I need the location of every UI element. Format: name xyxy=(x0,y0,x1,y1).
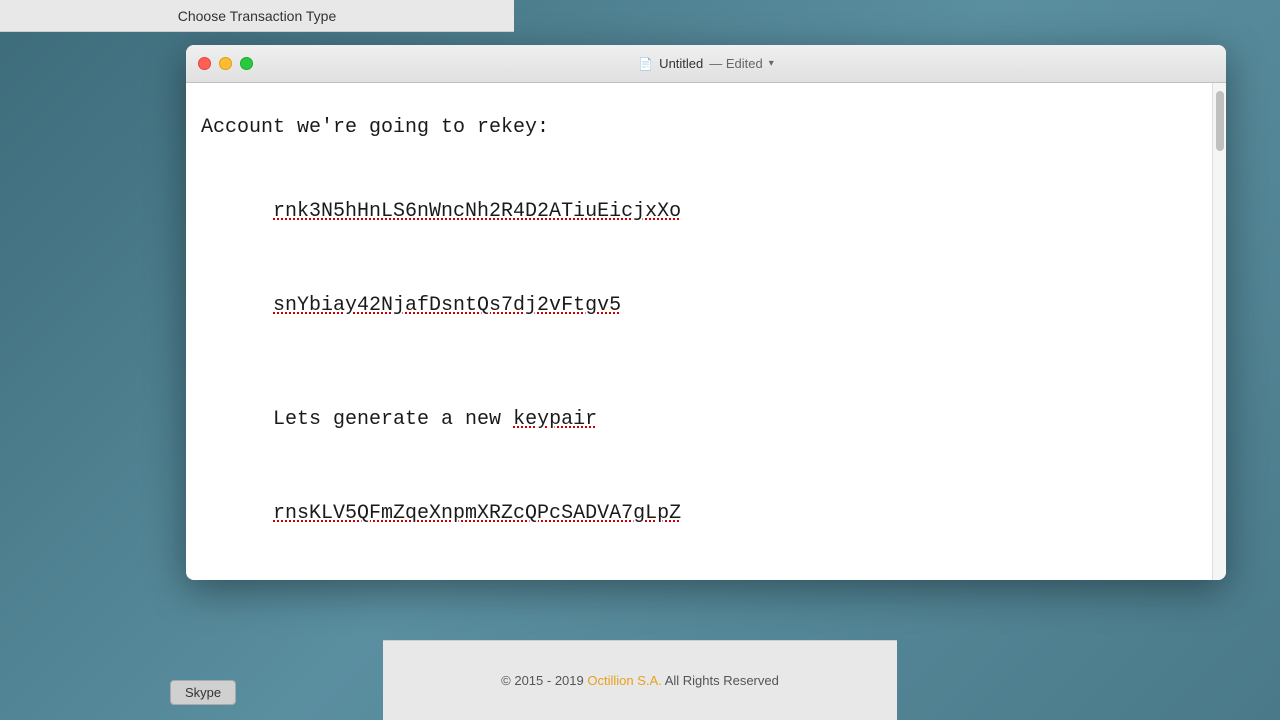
window-title-name: Untitled xyxy=(659,56,703,71)
window-title: 📄 Untitled — Edited ▾ xyxy=(638,56,774,71)
maximize-button[interactable] xyxy=(240,57,253,70)
spacer-2 xyxy=(201,355,1172,375)
bottom-bar: © 2015 - 2019 Octillion S.A. All Rights … xyxy=(383,640,897,720)
content-line-1: Account we're going to rekey: xyxy=(201,113,1172,143)
account-address-1: rnk3N5hHnLS6nWncNh2R4D2ATiuEicjxXo xyxy=(273,200,681,223)
skype-button[interactable]: Skype xyxy=(170,680,236,705)
title-bar: 📄 Untitled — Edited ▾ xyxy=(186,45,1226,83)
company-link[interactable]: Octillion S.A. xyxy=(587,673,661,688)
scrollbar[interactable] xyxy=(1212,83,1226,580)
content-line-6: snPhxrcNwqxw2EiLjUG4KhLTzR379 xyxy=(201,563,1172,580)
close-button[interactable] xyxy=(198,57,211,70)
bottom-bar-text: © 2015 - 2019 Octillion S.A. All Rights … xyxy=(501,673,779,688)
document-icon: 📄 xyxy=(638,57,653,71)
rights-text: All Rights Reserved xyxy=(665,673,779,688)
editor-content[interactable]: Account we're going to rekey: rnk3N5hHnL… xyxy=(186,83,1212,580)
copyright-text: © 2015 - 2019 xyxy=(501,673,587,688)
keypair-word: keypair xyxy=(513,408,597,431)
minimize-button[interactable] xyxy=(219,57,232,70)
new-key-address-1: rnsKLV5QFmZqeXnpmXRZcQPcSADVA7gLpZ xyxy=(273,502,681,525)
spacer-1 xyxy=(201,147,1172,167)
content-line-4: Lets generate a new keypair xyxy=(201,375,1172,465)
top-bar: Choose Transaction Type xyxy=(0,0,514,32)
scrollbar-thumb[interactable] xyxy=(1216,91,1224,151)
mac-window: 📄 Untitled — Edited ▾ Account we're goin… xyxy=(186,45,1226,580)
traffic-lights xyxy=(198,57,253,70)
window-edited-label: — Edited xyxy=(709,56,762,71)
top-bar-title: Choose Transaction Type xyxy=(178,8,337,24)
content-line-5: rnsKLV5QFmZqeXnpmXRZcQPcSADVA7gLpZ xyxy=(201,469,1172,559)
keypair-label-text: Lets generate a new xyxy=(273,408,513,431)
content-line-3: snYbiay42NjafDsntQs7dj2vFtgv5 xyxy=(201,261,1172,351)
content-line-2: rnk3N5hHnLS6nWncNh2R4D2ATiuEicjxXo xyxy=(201,167,1172,257)
chevron-down-icon: ▾ xyxy=(769,58,774,69)
account-address-2: snYbiay42NjafDsntQs7dj2vFtgv5 xyxy=(273,294,621,317)
